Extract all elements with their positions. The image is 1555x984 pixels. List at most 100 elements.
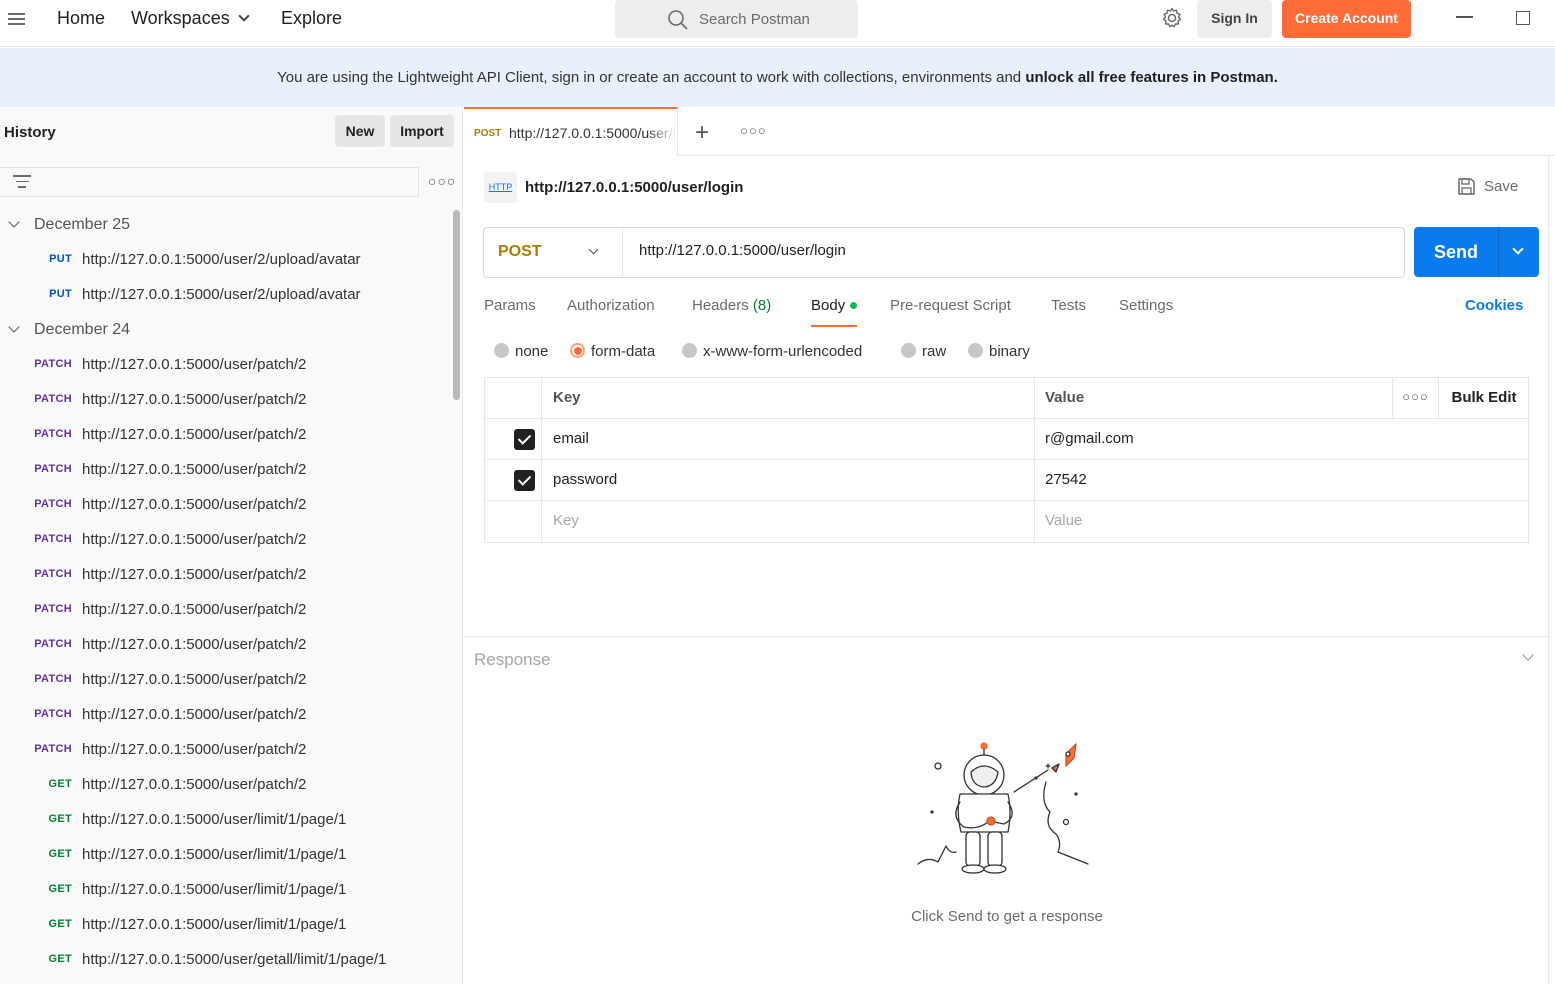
radio-raw[interactable]: raw	[901, 343, 946, 360]
menu-icon[interactable]	[8, 10, 28, 28]
import-button[interactable]: Import	[390, 115, 454, 147]
history-group-header[interactable]: December 25	[0, 207, 450, 242]
chevron-down-icon	[588, 244, 599, 255]
history-item-method: PATCH	[34, 533, 72, 545]
tab-body[interactable]: Body	[811, 297, 858, 327]
gear-icon[interactable]	[1160, 6, 1184, 30]
key-field[interactable]: password	[542, 460, 1035, 500]
history-item[interactable]: PATCH http://127.0.0.1:5000/user/patch/2	[0, 732, 450, 767]
history-item[interactable]: PATCH http://127.0.0.1:5000/user/patch/2	[0, 592, 450, 627]
nav-workspaces[interactable]: Workspaces	[131, 8, 250, 29]
minimize-icon[interactable]	[1456, 16, 1473, 18]
nav-home[interactable]: Home	[57, 8, 105, 29]
collapse-chevron-icon[interactable]	[1522, 649, 1534, 661]
history-item[interactable]: PATCH http://127.0.0.1:5000/user/patch/2	[0, 487, 450, 522]
tab-authorization[interactable]: Authorization	[567, 297, 655, 314]
history-item[interactable]: GET http://127.0.0.1:5000/user/getall/lim…	[0, 942, 450, 977]
history-item-url: http://127.0.0.1:5000/user/patch/2	[82, 706, 307, 723]
history-item-method: PATCH	[34, 568, 72, 580]
radio-selected-icon	[570, 343, 585, 358]
send-dropdown-icon[interactable]	[1512, 243, 1524, 255]
history-item[interactable]: PATCH http://127.0.0.1:5000/user/patch/2	[0, 662, 450, 697]
tab-headers[interactable]: Headers (8)	[692, 297, 771, 314]
new-button[interactable]: New	[335, 115, 385, 147]
row-checkbox[interactable]	[514, 470, 535, 491]
chevron-down-icon	[8, 321, 20, 333]
row-checkbox[interactable]	[514, 429, 535, 450]
body-indicator-dot	[850, 302, 858, 309]
form-data-table: Key Value ○○○ Bulk Edit email r@gmail.co…	[484, 377, 1529, 543]
radio-urlencoded-label: x-www-form-urlencoded	[703, 343, 863, 360]
history-item[interactable]: PATCH http://127.0.0.1:5000/user/patch/2	[0, 557, 450, 592]
radio-none-label: none	[515, 343, 549, 360]
history-item-url: http://127.0.0.1:5000/user/patch/2	[82, 601, 307, 618]
save-label: Save	[1484, 178, 1519, 195]
history-item-url: http://127.0.0.1:5000/user/limit/1/page/…	[82, 846, 347, 863]
history-item[interactable]: GET http://127.0.0.1:5000/user/patch/2	[0, 767, 450, 802]
history-item-url: http://127.0.0.1:5000/user/patch/2	[82, 636, 307, 653]
nav-explore[interactable]: Explore	[281, 8, 342, 29]
astronaut-illustration	[917, 742, 1089, 874]
send-button[interactable]: Send	[1414, 227, 1539, 277]
method-select[interactable]: POST	[484, 228, 623, 277]
history-item[interactable]: PATCH http://127.0.0.1:5000/user/patch/2	[0, 697, 450, 732]
history-item[interactable]: PATCH http://127.0.0.1:5000/user/patch/2	[0, 627, 450, 662]
send-label: Send	[1433, 242, 1478, 262]
top-bar: Home Workspaces Explore Search Postman S…	[0, 0, 1555, 47]
tab-headers-label: Headers	[692, 297, 749, 314]
tab-more-icon[interactable]: ○○○	[740, 123, 767, 138]
history-filter-input[interactable]	[0, 167, 419, 197]
radio-form-data[interactable]: form-data	[570, 343, 655, 360]
tab-tests[interactable]: Tests	[1051, 297, 1086, 314]
radio-binary[interactable]: binary	[968, 343, 1030, 360]
cookies-link[interactable]: Cookies	[1465, 297, 1523, 314]
key-field[interactable]: email	[542, 419, 1035, 459]
history-item-url: http://127.0.0.1:5000/user/patch/2	[82, 671, 307, 688]
scrollbar[interactable]	[453, 210, 460, 400]
radio-icon	[682, 343, 697, 358]
value-field[interactable]: r@gmail.com	[1035, 419, 1529, 459]
history-item[interactable]: GET http://127.0.0.1:5000/user/limit/1/pa…	[0, 837, 450, 872]
radio-x-www-form-urlencoded[interactable]: x-www-form-urlencoded	[682, 343, 862, 360]
history-item[interactable]: GET http://127.0.0.1:5000/user/limit/1/pa…	[0, 872, 450, 907]
response-panel: Response Click Send to get a response	[464, 636, 1548, 984]
history-item-method: PATCH	[34, 463, 72, 475]
history-item[interactable]: PATCH http://127.0.0.1:5000/user/patch/2	[0, 382, 450, 417]
more-options-icon[interactable]: ○○○	[428, 173, 456, 189]
search-input[interactable]: Search Postman	[615, 0, 858, 38]
key-column-header: Key	[542, 378, 1035, 418]
key-placeholder-field[interactable]: Key	[542, 501, 1035, 542]
sign-in-button[interactable]: Sign In	[1197, 0, 1272, 38]
body-type-radio-group: none form-data x-www-form-urlencoded raw…	[494, 343, 1094, 365]
tab-settings[interactable]: Settings	[1119, 297, 1173, 314]
history-item[interactable]: PUT http://127.0.0.1:5000/user/2/upload/a…	[0, 277, 450, 312]
history-item-method: PATCH	[34, 428, 72, 440]
history-item[interactable]: GET http://127.0.0.1:5000/user/limit/1/pa…	[0, 907, 450, 942]
history-item[interactable]: PUT http://127.0.0.1:5000/user/2/upload/a…	[0, 242, 450, 277]
bulk-edit-button[interactable]: Bulk Edit	[1439, 378, 1529, 418]
history-item[interactable]: PATCH http://127.0.0.1:5000/user/patch/2	[0, 452, 450, 487]
tab-params[interactable]: Params	[484, 297, 536, 314]
history-item[interactable]: PATCH http://127.0.0.1:5000/user/patch/2	[0, 347, 450, 382]
history-group-label: December 24	[34, 321, 131, 338]
maximize-icon[interactable]	[1516, 11, 1530, 25]
request-workspace: POST http://127.0.0.1:5000/user/login + …	[464, 107, 1555, 984]
banner-link[interactable]: unlock all free features in Postman.	[1025, 69, 1278, 86]
value-placeholder-field[interactable]: Value	[1035, 501, 1529, 542]
add-tab-icon[interactable]: +	[695, 119, 709, 147]
history-item-url: http://127.0.0.1:5000/user/2/upload/avat…	[82, 251, 361, 268]
history-item-method: GET	[48, 848, 72, 860]
tab-request[interactable]: POST http://127.0.0.1:5000/user/login	[464, 107, 678, 156]
tab-prerequest-script[interactable]: Pre-request Script	[890, 297, 1011, 314]
url-input[interactable]: http://127.0.0.1:5000/user/login	[639, 242, 846, 259]
history-item[interactable]: GET http://127.0.0.1:5000/user/limit/1/pa…	[0, 802, 450, 837]
history-item[interactable]: PATCH http://127.0.0.1:5000/user/patch/2	[0, 522, 450, 557]
value-field[interactable]: 27542	[1035, 460, 1529, 500]
history-item-url: http://127.0.0.1:5000/user/limit/1/page/…	[82, 916, 347, 933]
create-account-button[interactable]: Create Account	[1282, 0, 1411, 38]
radio-none[interactable]: none	[494, 343, 548, 360]
table-more-icon[interactable]: ○○○	[1393, 378, 1439, 418]
history-group-header[interactable]: December 24	[0, 312, 450, 347]
history-item[interactable]: PATCH http://127.0.0.1:5000/user/patch/2	[0, 417, 450, 452]
request-title[interactable]: http://127.0.0.1:5000/user/login	[525, 179, 743, 196]
